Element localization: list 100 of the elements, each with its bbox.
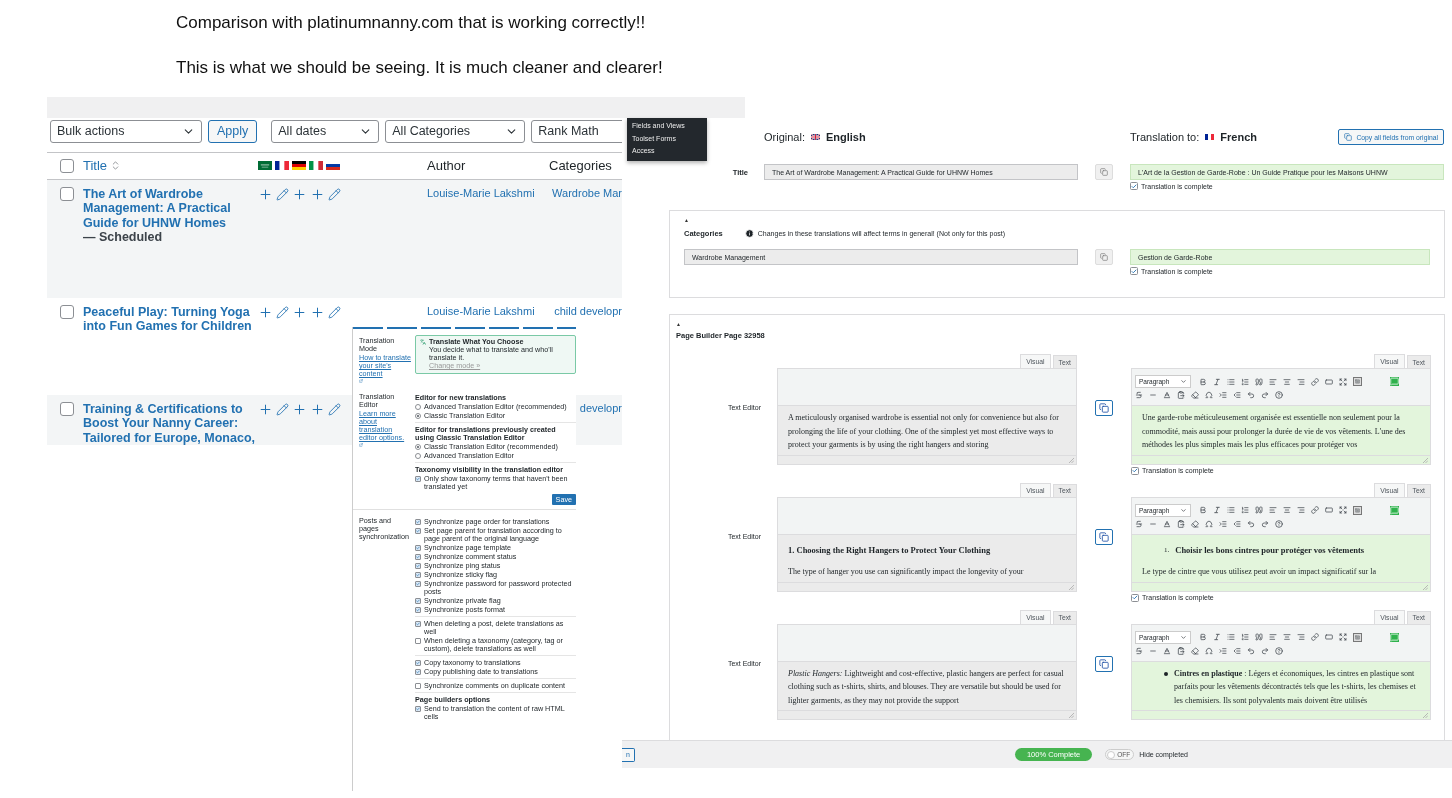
radio-button[interactable] xyxy=(415,452,421,459)
post-title-link[interactable]: The Art of Wardrobe Management: A Practical Guide for UHNW Homes xyxy=(83,186,258,230)
numbered-list-icon[interactable] xyxy=(1241,633,1249,641)
plus-icon[interactable] xyxy=(292,401,307,417)
copy-button[interactable] xyxy=(1095,528,1113,545)
bulleted-list-icon[interactable] xyxy=(1227,633,1235,641)
bold-icon[interactable] xyxy=(1199,506,1207,514)
undo-icon[interactable] xyxy=(1247,646,1255,655)
plus-icon[interactable] xyxy=(258,304,273,320)
undo-icon[interactable] xyxy=(1247,519,1255,528)
pencil-icon[interactable] xyxy=(276,402,289,416)
bulleted-list-icon[interactable] xyxy=(1227,506,1235,514)
plus-icon[interactable] xyxy=(310,401,325,417)
strikethrough-icon[interactable] xyxy=(1135,519,1143,528)
pencil-icon[interactable] xyxy=(276,305,289,319)
strikethrough-icon[interactable] xyxy=(1135,391,1143,399)
help-icon[interactable] xyxy=(1275,391,1283,399)
pencil-icon[interactable] xyxy=(276,187,289,201)
indent-icon[interactable] xyxy=(1219,646,1227,655)
plus-icon[interactable] xyxy=(292,186,307,202)
link-icon[interactable] xyxy=(1311,377,1319,386)
column-header[interactable]: Title xyxy=(83,158,108,173)
undo-icon[interactable] xyxy=(1247,391,1255,399)
read-more-icon[interactable] xyxy=(1325,633,1333,641)
keyboard-icon[interactable] xyxy=(1353,377,1362,386)
category-link[interactable]: developr xyxy=(579,401,622,414)
checkbox[interactable] xyxy=(415,682,421,689)
checkbox[interactable] xyxy=(415,637,421,644)
checkbox[interactable] xyxy=(415,527,421,534)
keyboard-icon[interactable] xyxy=(1353,505,1362,515)
help-icon[interactable] xyxy=(1275,646,1283,655)
comment-icon[interactable] xyxy=(1390,377,1399,386)
text-color-icon[interactable] xyxy=(1163,391,1171,399)
align-center-icon[interactable] xyxy=(1283,506,1291,514)
post-title-link[interactable]: Peaceful Play: Turning Yoga into Fun Games for Children xyxy=(83,304,258,334)
checkbox[interactable] xyxy=(415,606,421,613)
checkbox[interactable] xyxy=(60,401,74,416)
omega-icon[interactable] xyxy=(1205,519,1213,528)
align-left-icon[interactable] xyxy=(1269,633,1277,641)
eraser-icon[interactable] xyxy=(1191,391,1199,399)
italic-icon[interactable] xyxy=(1213,377,1221,386)
category-filter-select[interactable]: All Categories xyxy=(385,119,526,143)
checkbox[interactable] xyxy=(60,304,74,319)
eraser-icon[interactable] xyxy=(1191,519,1199,528)
checkbox[interactable] xyxy=(60,186,74,201)
checkbox[interactable] xyxy=(415,544,421,551)
align-center-icon[interactable] xyxy=(1283,633,1291,641)
checkbox[interactable] xyxy=(415,705,421,712)
copy-button[interactable] xyxy=(1095,400,1113,416)
numbered-list-icon[interactable] xyxy=(1241,506,1249,514)
checkbox[interactable] xyxy=(415,553,421,560)
horizontal-line-icon[interactable] xyxy=(1149,391,1157,399)
checkbox[interactable] xyxy=(415,475,421,482)
quote-icon[interactable] xyxy=(1255,377,1263,386)
checkbox[interactable] xyxy=(415,659,421,666)
align-left-icon[interactable] xyxy=(1269,377,1277,386)
numbered-list-icon[interactable] xyxy=(1241,377,1249,386)
bulk-actions-select[interactable]: Bulk actions xyxy=(50,119,202,143)
help-icon[interactable] xyxy=(1275,519,1283,528)
author-link[interactable]: Louise-Marie Lakshmi xyxy=(427,186,535,199)
strikethrough-icon[interactable] xyxy=(1135,646,1143,655)
post-title-link[interactable]: Training & Certifications to Boost Your Nanny Career: Tailored for Europe, Monaco, xyxy=(83,401,258,445)
checkbox[interactable] xyxy=(415,580,421,587)
fullscreen-icon[interactable] xyxy=(1339,633,1347,641)
apply-button[interactable]: Apply xyxy=(208,119,258,143)
quote-icon[interactable] xyxy=(1255,506,1263,514)
bold-icon[interactable] xyxy=(1199,377,1207,386)
align-right-icon[interactable] xyxy=(1297,506,1305,514)
omega-icon[interactable] xyxy=(1205,391,1213,399)
category-link[interactable]: Wardrobe Mar xyxy=(552,186,622,199)
read-more-icon[interactable] xyxy=(1325,506,1333,514)
plus-icon[interactable] xyxy=(258,401,273,417)
paste-icon[interactable] xyxy=(1177,646,1185,655)
radio-button[interactable] xyxy=(415,412,421,419)
text-color-icon[interactable] xyxy=(1163,519,1171,528)
pencil-icon[interactable] xyxy=(328,305,341,319)
align-right-icon[interactable] xyxy=(1297,633,1305,641)
pencil-icon[interactable] xyxy=(328,402,341,416)
comment-icon[interactable] xyxy=(1390,505,1399,515)
omega-icon[interactable] xyxy=(1205,646,1213,655)
category-link[interactable]: child developr xyxy=(554,304,622,317)
paste-icon[interactable] xyxy=(1177,391,1185,399)
redo-icon[interactable] xyxy=(1261,391,1269,399)
outdent-icon[interactable] xyxy=(1233,391,1241,399)
radio-button[interactable] xyxy=(415,443,421,450)
indent-icon[interactable] xyxy=(1219,391,1227,399)
quote-icon[interactable] xyxy=(1255,633,1263,641)
checkbox[interactable] xyxy=(415,562,421,569)
comment-icon[interactable] xyxy=(1390,632,1399,642)
checkbox[interactable] xyxy=(415,597,421,604)
align-left-icon[interactable] xyxy=(1269,506,1277,514)
align-right-icon[interactable] xyxy=(1297,377,1305,386)
text-color-icon[interactable] xyxy=(1163,646,1171,655)
checkbox[interactable] xyxy=(415,620,421,627)
bulleted-list-icon[interactable] xyxy=(1227,377,1235,386)
checkbox[interactable] xyxy=(415,668,421,675)
link-icon[interactable] xyxy=(1311,506,1319,514)
copy-button[interactable] xyxy=(1095,655,1113,672)
date-filter-select[interactable]: All dates xyxy=(271,119,380,143)
radio-button[interactable] xyxy=(415,403,421,410)
